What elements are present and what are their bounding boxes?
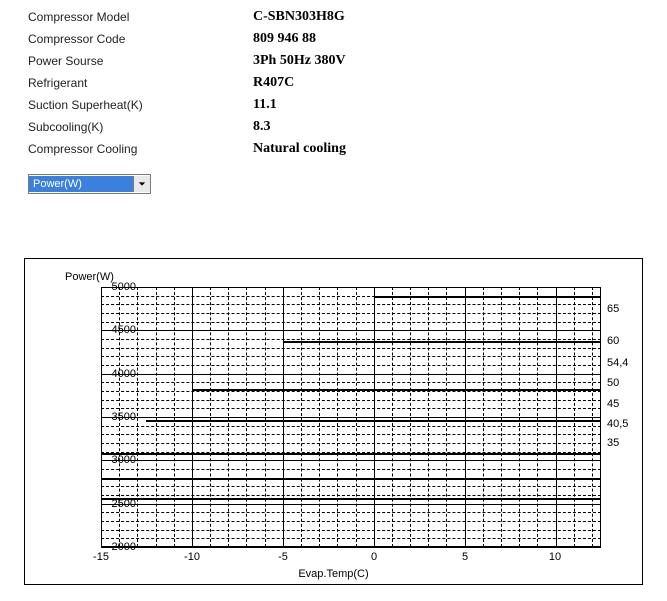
series-label: 40,5 <box>607 418 628 430</box>
spec-label: Suction Superheat(K) <box>28 94 253 116</box>
spec-row: Subcooling(K)8.3 <box>28 116 667 138</box>
series-label: 60 <box>607 335 619 347</box>
x-tick: 10 <box>549 551 561 563</box>
chevron-down-icon <box>138 175 146 193</box>
spec-row: Compressor ModelC-SBN303H8G <box>28 6 667 28</box>
series-35 <box>101 498 601 500</box>
series-45 <box>101 453 601 455</box>
series-50 <box>146 420 601 422</box>
x-tick: 0 <box>371 551 377 563</box>
chart-x-title: Evap.Temp(C) <box>25 568 642 580</box>
series-40-5 <box>101 478 601 480</box>
spec-label: Compressor Code <box>28 28 253 50</box>
series-label: 45 <box>607 398 619 410</box>
spec-value: 11.1 <box>253 94 277 116</box>
spec-row: Compressor CoolingNatural cooling <box>28 138 667 160</box>
spec-value: 3Ph 50Hz 380V <box>253 50 346 72</box>
dropdown-selected: Power(W) <box>29 176 133 192</box>
dropdown-button[interactable] <box>133 176 150 192</box>
x-tick: -10 <box>184 551 200 563</box>
spec-row: Suction Superheat(K)11.1 <box>28 94 667 116</box>
spec-value: R407C <box>253 72 294 94</box>
series-label: 65 <box>607 303 619 315</box>
spec-label: Refrigerant <box>28 72 253 94</box>
spec-value: Natural cooling <box>253 138 346 160</box>
spec-label: Power Sourse <box>28 50 253 72</box>
plot-area <box>101 287 601 547</box>
spec-row: RefrigerantR407C <box>28 72 667 94</box>
x-tick: 5 <box>462 551 468 563</box>
series-label: 54,4 <box>607 357 628 369</box>
spec-value: C-SBN303H8G <box>253 6 345 28</box>
spec-row: Power Sourse3Ph 50Hz 380V <box>28 50 667 72</box>
series-label: 50 <box>607 377 619 389</box>
spec-row: Compressor Code809 946 88 <box>28 28 667 50</box>
series-54-4 <box>192 389 601 391</box>
series-65 <box>374 296 601 298</box>
spec-table: Compressor ModelC-SBN303H8G Compressor C… <box>0 0 667 160</box>
series-60 <box>283 341 601 343</box>
spec-value: 8.3 <box>253 116 271 138</box>
spec-label: Compressor Cooling <box>28 138 253 160</box>
x-tick: -5 <box>278 551 288 563</box>
spec-value: 809 946 88 <box>253 28 316 50</box>
x-tick: -15 <box>93 551 109 563</box>
spec-label: Compressor Model <box>28 6 253 28</box>
spec-label: Subcooling(K) <box>28 116 253 138</box>
power-dropdown[interactable]: Power(W) <box>28 174 151 194</box>
series-label: 35 <box>607 437 619 449</box>
power-chart: Power(W) 5000 4500 4000 3500 3000 2500 2… <box>24 258 643 585</box>
